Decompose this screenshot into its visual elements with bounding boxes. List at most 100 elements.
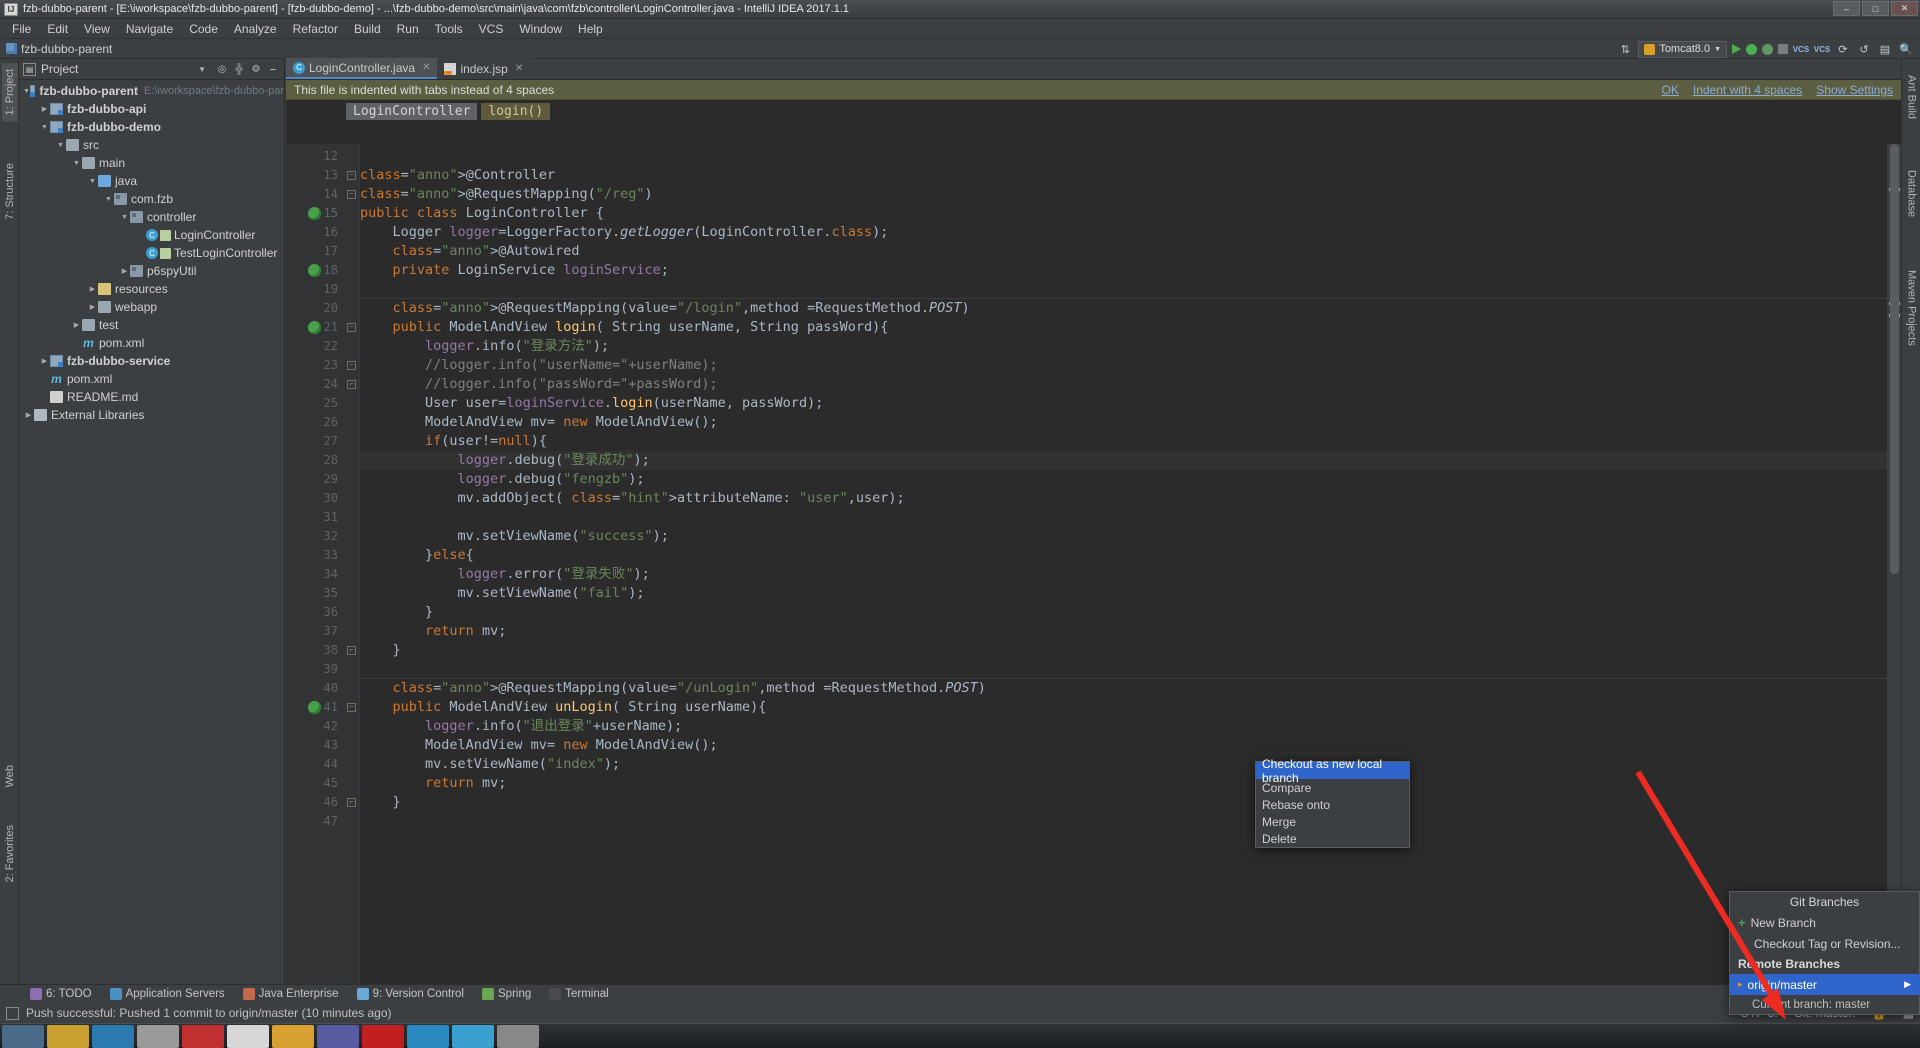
code-line[interactable]: logger.error("登录失败");: [360, 565, 650, 584]
target-icon[interactable]: ◎: [215, 62, 229, 76]
git-branches-popup[interactable]: Git Branches + New Branch Checkout Tag o…: [1729, 891, 1920, 1015]
vcs-update-icon[interactable]: VCS: [1793, 41, 1809, 57]
tree-node-test[interactable]: ▶ test: [19, 316, 284, 334]
notification-indent-link[interactable]: Indent with 4 spaces: [1693, 83, 1802, 97]
bottom-tool-6-todo[interactable]: 6: TODO: [22, 987, 100, 1001]
fold-end-icon[interactable]: ⌐: [347, 380, 356, 389]
history-icon[interactable]: ⟳: [1835, 41, 1851, 57]
search-icon[interactable]: 🔍: [1898, 41, 1914, 57]
bottom-tool-terminal[interactable]: Terminal: [541, 987, 616, 1001]
spring-bean-gutter-icon[interactable]: [308, 701, 321, 714]
breadcrumb-module[interactable]: fzb-dubbo-parent: [6, 42, 112, 56]
close-icon[interactable]: ✕: [422, 62, 430, 73]
notification-settings-link[interactable]: Show Settings: [1816, 83, 1893, 97]
chevron-down-icon[interactable]: ▼: [23, 88, 30, 95]
sidebar-item-web[interactable]: Web: [0, 759, 19, 793]
tree-node-fzb-dubbo-demo[interactable]: ▼ fzb-dubbo-demo: [19, 118, 284, 136]
taskbar-app-button[interactable]: [317, 1024, 359, 1048]
git-remote-branch-origin-master[interactable]: ▸ origin/master ▶: [1730, 974, 1919, 995]
run-configuration-selector[interactable]: Tomcat8.0 ▼: [1638, 40, 1727, 58]
chevron-down-icon[interactable]: ▼: [103, 196, 114, 203]
chevron-down-icon[interactable]: ▼: [39, 124, 50, 131]
context-menu-item-rebase-onto[interactable]: Rebase onto: [1256, 796, 1409, 813]
tree-node-main[interactable]: ▼ main: [19, 154, 284, 172]
branch-context-menu[interactable]: Checkout as new local branch Compare Rebas…: [1255, 757, 1410, 848]
tree-node-external-libraries[interactable]: ▶ External Libraries: [19, 406, 284, 424]
code-line[interactable]: ModelAndView mv= new ModelAndView();: [360, 413, 718, 432]
menu-item-view[interactable]: View: [76, 20, 118, 38]
code-line[interactable]: mv.setViewName("index");: [360, 755, 620, 774]
code-line[interactable]: public class LoginController {: [360, 204, 604, 223]
chevron-right-icon[interactable]: ▶: [71, 321, 82, 329]
code-line[interactable]: class="anno">@RequestMapping(value="/unL…: [360, 679, 986, 698]
error-stripe-scrollbar[interactable]: [1887, 144, 1901, 1003]
tree-node-fzb-dubbo-parent[interactable]: ▼ fzb-dubbo-parent E:\iworkspace\fzb-dubbo…: [19, 82, 284, 100]
menu-item-code[interactable]: Code: [181, 20, 226, 38]
settings-icon[interactable]: ▤: [1877, 41, 1893, 57]
code-line[interactable]: mv.setViewName("success");: [360, 527, 669, 546]
fold-minus-icon[interactable]: −: [347, 703, 356, 712]
taskbar-app-button[interactable]: [407, 1024, 449, 1048]
code-line[interactable]: }: [360, 641, 401, 660]
breadcrumb-class[interactable]: LoginController: [346, 102, 478, 120]
close-button[interactable]: ✕: [1891, 1, 1918, 16]
spring-bean-gutter-icon[interactable]: [308, 264, 321, 277]
sidebar-item-maven-projects[interactable]: Maven Projects: [1902, 264, 1920, 352]
menu-item-tools[interactable]: Tools: [427, 20, 471, 38]
code-line[interactable]: //logger.info("passWord="+passWord);: [360, 375, 718, 394]
tree-node-webapp[interactable]: ▶ webapp: [19, 298, 284, 316]
tree-node-src[interactable]: ▼ src: [19, 136, 284, 154]
code-line[interactable]: logger.info("登录方法");: [360, 337, 609, 356]
coverage-icon[interactable]: [1762, 43, 1773, 55]
chevron-down-icon[interactable]: ▼: [87, 178, 98, 185]
stop-icon[interactable]: [1778, 44, 1788, 54]
code-line[interactable]: public ModelAndView unLogin( String user…: [360, 698, 767, 717]
taskbar-app-button[interactable]: [362, 1024, 404, 1048]
taskbar-app-button[interactable]: [227, 1024, 269, 1048]
code-line[interactable]: User user=loginService.login(userName, p…: [360, 394, 823, 413]
context-menu-item-merge[interactable]: Merge: [1256, 813, 1409, 830]
context-menu-item-delete[interactable]: Delete: [1256, 830, 1409, 847]
minimize-button[interactable]: –: [1833, 1, 1860, 16]
tree-node-p6spyutil[interactable]: ▶ p6spyUtil: [19, 262, 284, 280]
collapse-all-icon[interactable]: ╬: [232, 62, 246, 76]
menu-item-analyze[interactable]: Analyze: [226, 20, 285, 38]
bottom-tool-java-enterprise[interactable]: Java Enterprise: [235, 987, 347, 1001]
code-line[interactable]: }else{: [360, 546, 474, 565]
bottom-tool-spring[interactable]: Spring: [474, 987, 539, 1001]
code-line[interactable]: private LoginService loginService;: [360, 261, 669, 280]
spring-bean-gutter-icon[interactable]: [308, 207, 321, 220]
notification-ok-link[interactable]: OK: [1662, 83, 1679, 97]
code-line[interactable]: //logger.info("userName="+userName);: [360, 356, 718, 375]
tree-node-testlogincontroller[interactable]: C TestLoginController: [19, 244, 284, 262]
code-line[interactable]: public ModelAndView login( String userNa…: [360, 318, 889, 337]
chevron-down-icon[interactable]: ▼: [71, 160, 82, 167]
code-line[interactable]: logger.debug("登录成功");: [360, 451, 650, 470]
taskbar-app-button[interactable]: [182, 1024, 224, 1048]
fold-end-icon[interactable]: ⌐: [347, 798, 356, 807]
taskbar-app-button[interactable]: [2, 1024, 44, 1048]
chevron-right-icon[interactable]: ▶: [87, 303, 98, 311]
fold-minus-icon[interactable]: −: [347, 171, 356, 180]
code-line[interactable]: }: [360, 603, 433, 622]
sidebar-item-database[interactable]: Database: [1902, 164, 1920, 223]
chevron-right-icon[interactable]: ▶: [39, 105, 50, 113]
chevron-right-icon[interactable]: ▶: [87, 285, 98, 293]
menu-item-help[interactable]: Help: [570, 20, 611, 38]
tree-node-com-fzb[interactable]: ▼ com.fzb: [19, 190, 284, 208]
sidebar-item-project[interactable]: 1: Project: [0, 63, 19, 122]
code-line[interactable]: class="anno">@RequestMapping("/reg"): [360, 185, 653, 204]
taskbar-app-button[interactable]: [47, 1024, 89, 1048]
bottom-tool-9-version-control[interactable]: 9: Version Control: [349, 987, 472, 1001]
taskbar-app-button[interactable]: [452, 1024, 494, 1048]
chevron-down-icon[interactable]: ▼: [198, 65, 206, 74]
tree-node-controller[interactable]: ▼ controller: [19, 208, 284, 226]
code-line[interactable]: class="anno">@Autowired: [360, 242, 580, 261]
taskbar-app-button[interactable]: [92, 1024, 134, 1048]
tab-logincontroller-java[interactable]: C LoginController.java ✕: [286, 58, 438, 79]
close-icon[interactable]: ✕: [515, 63, 523, 74]
hide-icon[interactable]: ⎯: [266, 62, 280, 76]
code-line[interactable]: return mv;: [360, 622, 506, 641]
menu-item-navigate[interactable]: Navigate: [118, 20, 181, 38]
breadcrumb-method[interactable]: login(): [481, 102, 551, 120]
